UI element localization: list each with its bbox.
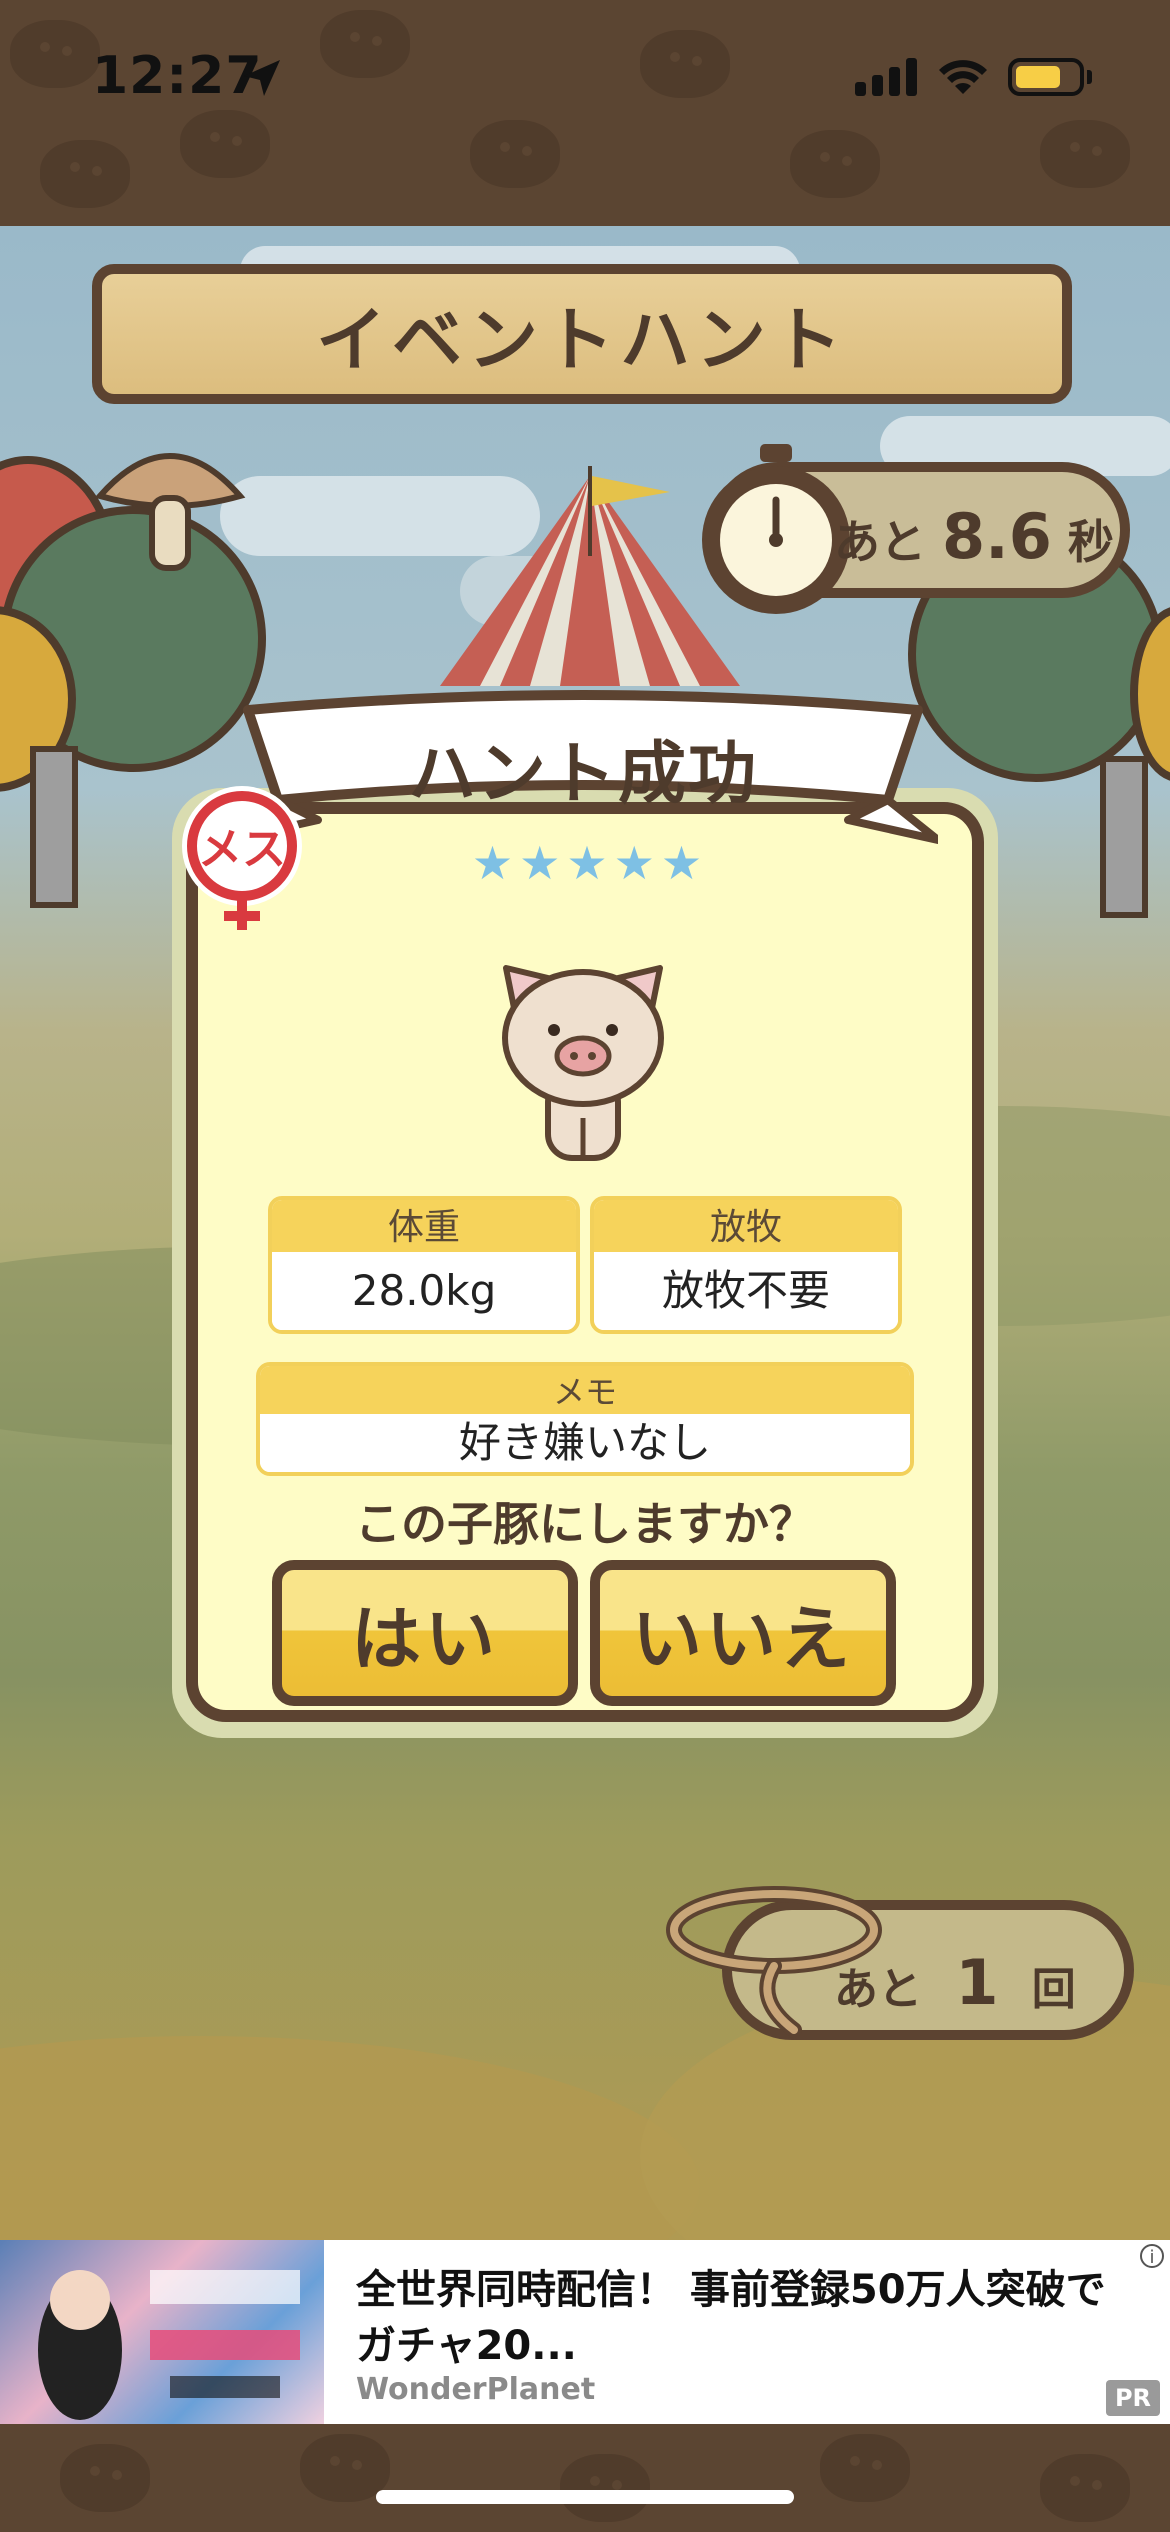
female-badge-icon: メス — [182, 786, 302, 930]
background-pattern — [470, 120, 560, 188]
ad-advertiser[interactable]: WonderPlanet — [356, 2372, 595, 2407]
background-pattern — [790, 130, 880, 198]
background-pattern — [10, 20, 100, 88]
tries-unit: 回 — [1031, 1964, 1076, 2015]
timer-text: あと 8.6 秒 — [834, 500, 1114, 573]
weight-field: 体重 28.0kg — [268, 1196, 580, 1334]
ad-info-icon[interactable]: i — [1140, 2244, 1164, 2268]
ad-pr-badge: PR — [1106, 2380, 1160, 2416]
memo-value: 好き嫌いなし — [260, 1414, 910, 1472]
tree-trunk — [1100, 756, 1148, 918]
background-pattern — [320, 10, 410, 78]
background-pattern — [640, 30, 730, 98]
no-button[interactable]: いいえ — [590, 1560, 896, 1706]
location-arrow-icon — [244, 60, 280, 96]
piglet-image — [502, 965, 664, 1161]
grazing-label: 放牧 — [594, 1200, 898, 1252]
background-pattern — [1040, 120, 1130, 188]
ad-thumbnail[interactable] — [0, 2240, 324, 2424]
yes-button[interactable]: はい — [272, 1560, 578, 1706]
weight-label: 体重 — [272, 1200, 576, 1252]
mushroom-decoration — [94, 453, 246, 571]
cellular-signal-icon — [855, 58, 919, 96]
timer-unit: 秒 — [1067, 515, 1114, 569]
tent-flag — [588, 476, 670, 556]
memo-field: メモ 好き嫌いなし — [256, 1362, 914, 1476]
result-title: ハント成功 — [407, 735, 758, 814]
timer-value: 8.6 — [942, 500, 1052, 573]
grazing-field: 放牧 放牧不要 — [590, 1196, 902, 1334]
ad-title[interactable]: 全世界同時配信！ 事前登録50万人突破でガチャ20... — [356, 2262, 1136, 2374]
clock: 12:27 — [92, 46, 263, 106]
home-indicator[interactable] — [376, 2490, 794, 2504]
battery-icon — [1008, 58, 1084, 96]
tries-value: 1 — [955, 1946, 999, 2019]
event-title-plank: イベントハント — [92, 264, 1072, 404]
grazing-value: 放牧不要 — [594, 1252, 898, 1330]
remaining-tries-text: あと 1 回 — [834, 1946, 1076, 2019]
background-pattern — [40, 140, 130, 208]
confirm-question: この子豚にしますか？ — [355, 1497, 815, 1551]
page-title: イベントハント — [316, 298, 848, 381]
background-pattern — [180, 110, 270, 178]
tries-prefix: あと — [834, 1964, 922, 2015]
tree-trunk — [30, 746, 78, 908]
wifi-icon — [939, 60, 987, 94]
ground-patch — [0, 2036, 700, 2240]
battery-tip — [1087, 70, 1092, 84]
bottom-background — [0, 2424, 1170, 2532]
rarity-stars: ★★★★★ — [471, 836, 709, 890]
status-bar — [0, 0, 1170, 226]
weight-value: 28.0kg — [272, 1252, 576, 1330]
timer-prefix: あと — [834, 515, 926, 569]
memo-label: メモ — [260, 1366, 910, 1414]
gender-label: メス — [198, 824, 286, 875]
